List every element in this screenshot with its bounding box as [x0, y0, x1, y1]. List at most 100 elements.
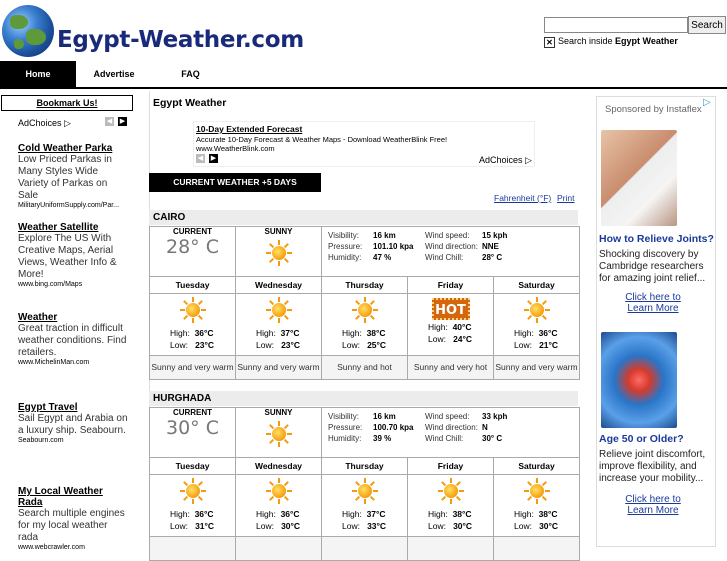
ad-prev-arrow-icon[interactable]: ◀: [105, 117, 114, 126]
day-name: Thursday: [345, 280, 384, 290]
search-inside-site: Egypt Weather: [615, 36, 678, 46]
wind-chill-label: Wind Chill:: [425, 253, 464, 262]
low-label: Low:: [514, 521, 532, 531]
left-ad-3[interactable]: Weather Great traction in difficult weat…: [18, 312, 130, 366]
right-ad-link[interactable]: Click here to Learn More: [618, 494, 688, 516]
low-value: 30°C: [453, 521, 473, 531]
day-forecast-cell: High: 38°C Low: 30°C: [493, 474, 580, 537]
wind-speed-value: 15 kph: [482, 231, 508, 240]
day-description: Sunny and hot: [321, 355, 408, 380]
search-inside-prefix: Search inside: [558, 36, 616, 46]
ad-body: Search multiple engines for my local wea…: [18, 508, 125, 543]
day-name-cell: Wednesday: [235, 457, 322, 475]
low-value: 25°C: [367, 340, 387, 350]
ad-url[interactable]: www.MichelinMan.com: [18, 359, 130, 366]
day-forecast-cell: High: 36°C Low: 23°C: [149, 293, 236, 356]
ad-title[interactable]: Weather Satellite: [18, 222, 130, 233]
current-label: CURRENT: [172, 227, 213, 236]
wind-speed-label: Wind speed:: [425, 412, 470, 421]
ad-url[interactable]: Seabourn.com: [18, 437, 130, 444]
day-name-cell: Friday: [407, 276, 494, 294]
humidity-label: Humidity:: [328, 253, 362, 262]
search-input[interactable]: [544, 17, 688, 33]
sun-icon: [179, 296, 207, 324]
ad-title[interactable]: My Local Weather Rada: [18, 486, 130, 508]
left-ad-1[interactable]: Cold Weather Parka Low Priced Parkas in …: [18, 143, 130, 209]
left-ad-4[interactable]: Egypt Travel Sail Egypt and Arabia on a …: [18, 402, 130, 444]
ad-title[interactable]: Cold Weather Parka: [18, 143, 130, 154]
wind-speed-value: 33 kph: [482, 412, 508, 421]
high-value: 36°C: [194, 328, 214, 338]
ad-body: Low Priced Parkas in Many Styles Wide Va…: [18, 154, 112, 201]
day-name-cell: Saturday: [493, 457, 580, 475]
high-label: High:: [342, 328, 362, 338]
sun-icon: [179, 477, 207, 505]
condition-label: SUNNY: [264, 227, 293, 236]
joint-xray-image[interactable]: [601, 332, 677, 428]
center-ad-next-icon[interactable]: ▶: [209, 154, 218, 163]
low-label: Low:: [428, 521, 446, 531]
print-link[interactable]: Print: [557, 193, 574, 203]
city-weather-table: CURRENT 30° C SUNNY Visibility: 16 km Wind sp…: [149, 407, 580, 561]
day-forecast-cell: High: 36°C Low: 31°C: [149, 474, 236, 537]
high-label: High:: [170, 509, 190, 519]
high-value: 38°C: [538, 509, 558, 519]
sun-icon: [351, 296, 379, 324]
ad-url[interactable]: www.bing.com/Maps: [18, 281, 130, 288]
left-ad-5[interactable]: My Local Weather Rada Search multiple en…: [18, 486, 130, 551]
day-forecast-cell: High: 38°C Low: 30°C: [407, 474, 494, 537]
sun-icon: [523, 296, 551, 324]
search-inside-checkbox[interactable]: ✕: [544, 37, 555, 48]
high-value: 40°C: [452, 322, 472, 332]
day-name: Wednesday: [254, 280, 303, 290]
low-value: 24°C: [453, 334, 473, 344]
search-button[interactable]: Search: [688, 16, 726, 34]
high-label: High:: [428, 509, 448, 519]
ad-url[interactable]: MilitaryUniformSupply.com/Par...: [18, 202, 130, 209]
bookmark-button[interactable]: Bookmark Us!: [1, 95, 133, 111]
pressure-label: Pressure:: [328, 423, 363, 432]
center-ad-url[interactable]: www.WeatherBlink.com: [196, 144, 275, 153]
conditions-cell: Visibility: 16 km Wind speed: 33 kph Pressur…: [321, 407, 580, 458]
center-ad-prev-icon[interactable]: ◀: [196, 154, 205, 163]
ad-title[interactable]: Egypt Travel: [18, 402, 130, 413]
ad-next-arrow-icon[interactable]: ▶: [118, 117, 127, 126]
ad-url[interactable]: www.webcrawler.com: [18, 544, 130, 551]
left-adchoices[interactable]: AdChoices ▷: [18, 118, 71, 129]
ad-body: Sail Egypt and Arabia on a luxury ship. …: [18, 413, 128, 436]
nav-home[interactable]: Home: [0, 61, 76, 87]
nav-advertise[interactable]: Advertise: [76, 61, 152, 87]
left-ad-2[interactable]: Weather Satellite Explore The US With Cr…: [18, 222, 130, 288]
city-name-bar: HURGHADA: [149, 391, 578, 406]
units-toggle-link[interactable]: Fahrenheit (°F): [494, 193, 551, 203]
center-ad-body: Accurate 10-Day Forecast & Weather Maps …: [196, 135, 448, 144]
globe-logo-icon[interactable]: [2, 5, 54, 57]
high-value: 37°C: [366, 509, 386, 519]
sun-icon: [523, 477, 551, 505]
site-title[interactable]: Egypt-Weather.com: [57, 27, 304, 53]
high-value: 38°C: [366, 328, 386, 338]
ad-title[interactable]: Weather: [18, 312, 130, 323]
low-label: Low:: [170, 340, 188, 350]
right-ad-title[interactable]: How to Relieve Joints?: [599, 233, 715, 245]
low-value: 31°C: [195, 521, 215, 531]
center-adchoices-label: AdChoices: [479, 155, 523, 165]
nav-faq[interactable]: FAQ: [152, 61, 229, 87]
right-ad-title[interactable]: Age 50 or Older?: [599, 433, 715, 445]
low-label: Low:: [256, 521, 274, 531]
day-description: [149, 536, 236, 561]
knee-pain-image[interactable]: [601, 130, 677, 226]
low-value: 23°C: [281, 340, 301, 350]
high-label: High:: [170, 328, 190, 338]
adchoices-icon[interactable]: ▷: [703, 97, 711, 108]
day-name: Tuesday: [175, 461, 210, 471]
high-value: 37°C: [280, 328, 300, 338]
day-name: Tuesday: [175, 280, 210, 290]
forecast-tab[interactable]: CURRENT WEATHER +5 DAYS FORECAST: [149, 173, 321, 206]
current-cell: CURRENT 30° C: [149, 407, 236, 458]
center-adchoices[interactable]: AdChoices ▷: [479, 155, 532, 166]
right-ad-link[interactable]: Click here to Learn More: [618, 292, 688, 314]
search-inside-label: Search inside Egypt Weather: [558, 36, 678, 46]
center-ad-title[interactable]: 10-Day Extended Forecast: [196, 124, 302, 134]
day-forecast-cell: High: 37°C Low: 33°C: [321, 474, 408, 537]
